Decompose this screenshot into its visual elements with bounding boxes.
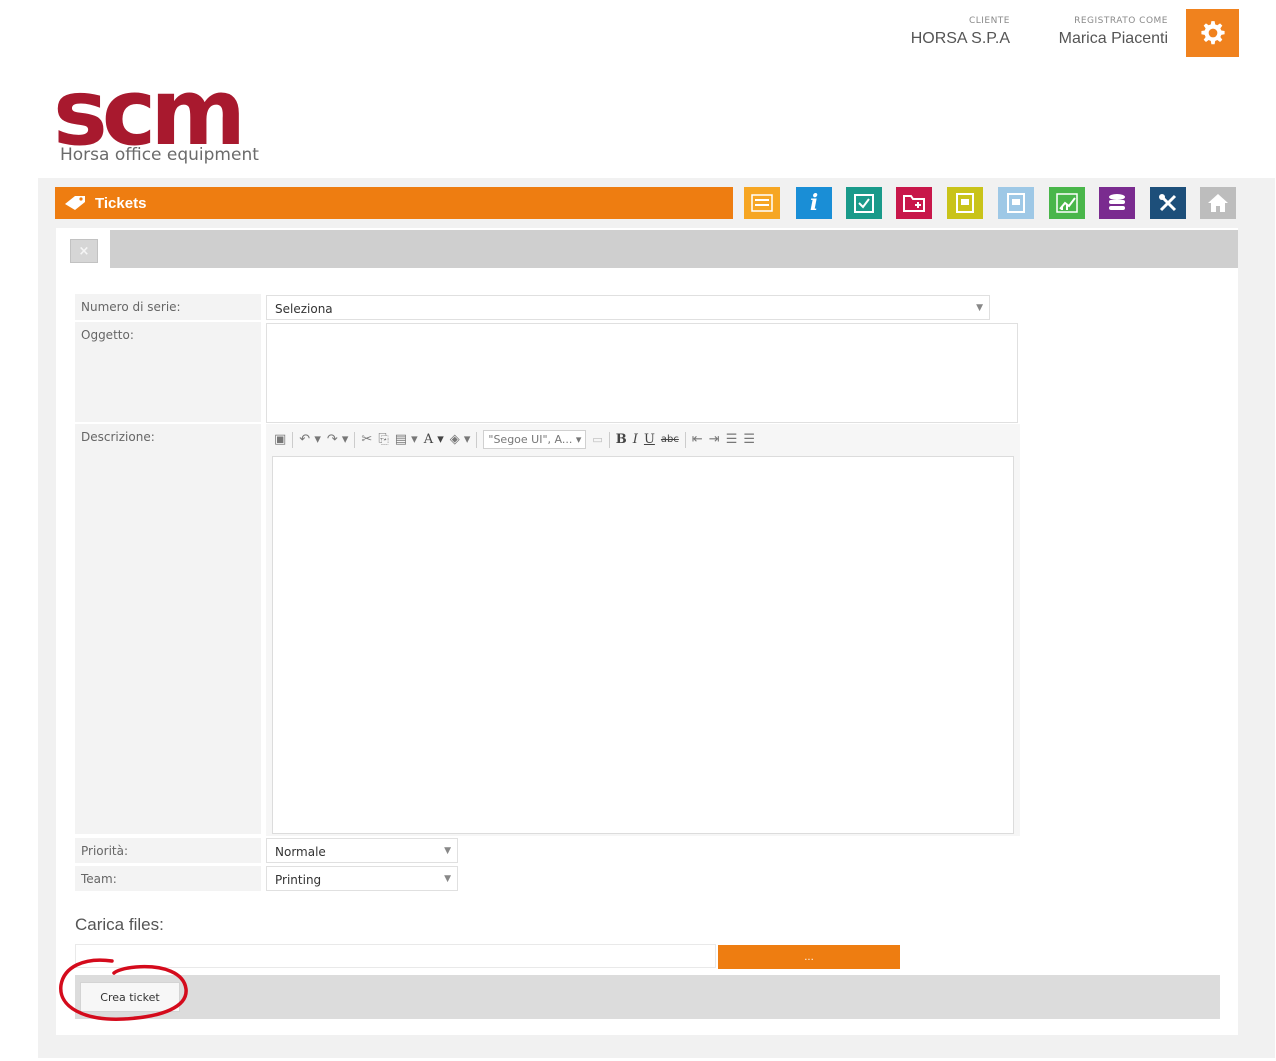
tag-icon — [65, 196, 85, 210]
settings-button[interactable] — [1186, 9, 1239, 57]
cut-icon[interactable]: ✂ — [361, 432, 372, 447]
separator — [292, 431, 294, 448]
tab-bar — [110, 230, 1238, 268]
close-icon: × — [78, 243, 90, 259]
chevron-down-icon: ▼ — [444, 846, 451, 856]
gear-icon — [1200, 21, 1225, 45]
close-button[interactable]: × — [70, 239, 98, 263]
form-icon — [1007, 193, 1025, 213]
serial-value: Seleziona — [275, 302, 333, 316]
description-label: Descrizione: — [75, 424, 261, 834]
checklist-icon — [854, 194, 874, 213]
list-icon — [751, 194, 773, 212]
checklist-button[interactable] — [846, 187, 882, 219]
team-label: Team: — [75, 866, 261, 891]
page-header: Tickets — [55, 187, 733, 219]
tools-icon — [1159, 194, 1177, 212]
tools-button[interactable] — [1150, 187, 1186, 219]
serial-select[interactable]: Seleziona ▼ — [266, 295, 990, 320]
team-value: Printing — [275, 873, 322, 887]
indent-icon[interactable]: ⇥ — [709, 432, 720, 447]
document-button[interactable] — [947, 187, 983, 219]
font-color-icon[interactable]: A ▾ — [424, 432, 444, 447]
home-button[interactable] — [1200, 187, 1236, 219]
subject-textarea[interactable] — [266, 323, 1018, 423]
form-button[interactable] — [998, 187, 1034, 219]
separator — [476, 431, 478, 448]
strikethrough-icon[interactable]: abc — [661, 434, 679, 445]
chart-button[interactable] — [1049, 187, 1085, 219]
info-icon: i — [809, 190, 819, 216]
client-label: CLIENTE — [968, 16, 1010, 26]
font-family-select[interactable]: "Segoe UI", A... ▾ — [483, 430, 587, 449]
upload-label: Carica files: — [75, 915, 164, 934]
page-title: Tickets — [95, 194, 147, 212]
chevron-down-icon: ▼ — [444, 874, 451, 884]
serial-label: Numero di serie: — [75, 294, 261, 320]
user-name: Marica Piacenti — [1058, 30, 1168, 47]
browse-button[interactable]: ... — [718, 945, 900, 969]
copy-icon[interactable]: ⎘ — [378, 432, 388, 447]
folder-add-icon — [903, 195, 925, 212]
font-size-select[interactable]: ▭ — [592, 433, 602, 446]
action-bar — [75, 975, 1220, 1019]
database-button[interactable] — [1099, 187, 1135, 219]
list-button[interactable] — [744, 187, 780, 219]
priority-value: Normale — [275, 845, 326, 859]
redo-icon[interactable]: ↷ ▾ — [327, 432, 349, 447]
underline-icon[interactable]: U — [644, 432, 655, 447]
home-icon — [1208, 194, 1228, 212]
italic-icon[interactable]: I — [633, 432, 638, 447]
outdent-icon[interactable]: ⇤ — [692, 432, 703, 447]
priority-select[interactable]: Normale ▼ — [266, 838, 458, 863]
new-folder-button[interactable] — [896, 187, 932, 219]
annotation-circle — [59, 958, 188, 1021]
separator — [684, 431, 686, 448]
logo-subtitle: Horsa office equipment — [60, 145, 259, 165]
editor-content-area[interactable] — [272, 456, 1014, 834]
separator — [608, 431, 610, 448]
document-icon — [956, 193, 974, 213]
chart-icon — [1056, 193, 1078, 213]
monitor-icon[interactable]: ▣ — [274, 432, 286, 447]
info-button[interactable]: i — [796, 187, 832, 219]
database-icon — [1109, 194, 1125, 210]
highlight-icon[interactable]: ◈ ▾ — [450, 432, 471, 447]
user-label: REGISTRATO COME — [1074, 16, 1168, 26]
bullet-list-icon[interactable]: ☰ — [743, 432, 755, 447]
ordered-list-icon[interactable]: ☰ — [726, 432, 738, 447]
priority-label: Priorità: — [75, 838, 261, 863]
font-family-value: "Segoe UI", A... — [488, 433, 573, 446]
editor-toolbar: ▣ ↶ ▾ ↷ ▾ ✂ ⎘ ▤ ▾ A ▾ ◈ ▾ "Segoe UI", A.… — [274, 426, 1016, 453]
separator — [354, 431, 356, 448]
chevron-down-icon: ▼ — [976, 303, 983, 313]
undo-icon[interactable]: ↶ ▾ — [299, 432, 321, 447]
paste-icon[interactable]: ▤ ▾ — [395, 432, 418, 447]
team-select[interactable]: Printing ▼ — [266, 866, 458, 891]
client-name: HORSA S.P.A — [910, 30, 1010, 47]
subject-label: Oggetto: — [75, 322, 261, 422]
bold-icon[interactable]: B — [616, 432, 627, 447]
